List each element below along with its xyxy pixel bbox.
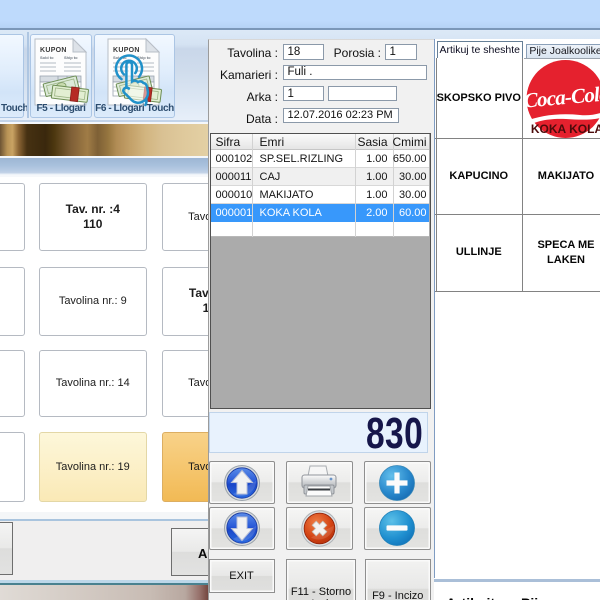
svg-text:KOKA KOLA: KOKA KOLA [531, 122, 600, 136]
svg-text:Sold to: Sold to [40, 55, 54, 60]
svg-text:KUPON: KUPON [40, 47, 67, 54]
svg-text:Ship to: Ship to [64, 55, 78, 60]
svg-text:KUPON: KUPON [113, 47, 140, 54]
